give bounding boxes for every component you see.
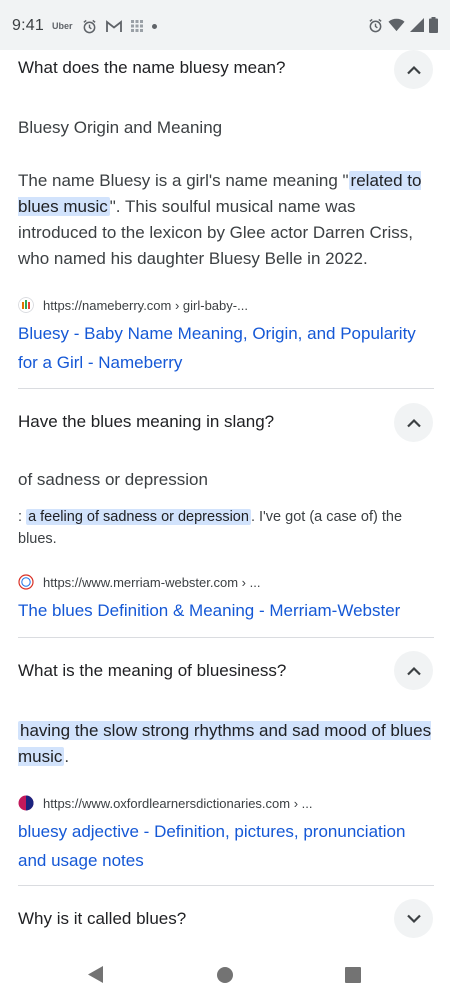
- answer-heading: of sadness or depression: [18, 470, 208, 489]
- status-bar: 9:41 Uber: [0, 0, 450, 50]
- back-icon[interactable]: [87, 965, 104, 984]
- gmail-icon: [105, 19, 122, 32]
- search-results-content: What does the name bluesy mean? Bluesy O…: [0, 50, 450, 950]
- answer-highlight: having the slow strong rhythms and sad m…: [18, 721, 432, 766]
- answer-text: : a feeling of sadness or depression. I'…: [18, 509, 403, 547]
- chevron-up-icon: [406, 666, 421, 675]
- chevron-up-icon: [406, 418, 421, 427]
- collapse-button[interactable]: [394, 651, 433, 690]
- merriam-webster-favicon-icon: [18, 574, 34, 590]
- divider: [18, 637, 434, 638]
- system-icons: [368, 16, 438, 34]
- expand-button[interactable]: [394, 899, 433, 938]
- alarm-icon: [82, 19, 96, 33]
- faq-question[interactable]: What is the meaning of bluesiness?: [18, 661, 286, 681]
- answer-text: The name Bluesy is a girl's name meaning…: [18, 171, 422, 268]
- alarm-icon: [369, 18, 382, 32]
- battery-icon: [429, 17, 438, 33]
- source-row[interactable]: https://nameberry.com › girl-baby-...: [18, 296, 248, 314]
- divider: [18, 388, 434, 389]
- faq-question[interactable]: Why is it called blues?: [18, 909, 186, 929]
- nameberry-favicon-icon: [18, 297, 34, 313]
- grid-icon: [130, 20, 143, 32]
- source-url: https://nameberry.com › girl-baby-...: [43, 297, 248, 313]
- uber-icon: Uber: [52, 21, 73, 31]
- source-row[interactable]: https://www.oxfordlearnersdictionaries.c…: [18, 794, 313, 812]
- chevron-up-icon: [406, 65, 421, 74]
- status-time: 9:41: [12, 17, 44, 34]
- result-link[interactable]: Bluesy - Baby Name Meaning, Origin, and …: [18, 319, 438, 377]
- source-row[interactable]: https://www.merriam-webster.com › ...: [18, 573, 260, 591]
- wifi-icon: [388, 18, 405, 32]
- oxford-favicon-icon: [18, 795, 34, 811]
- source-url: https://www.oxfordlearnersdictionaries.c…: [43, 795, 313, 811]
- notification-icons: Uber: [52, 18, 157, 34]
- dot-icon: [151, 23, 157, 29]
- result-link[interactable]: bluesy adjective - Definition, pictures,…: [18, 817, 438, 875]
- answer-text: having the slow strong rhythms and sad m…: [18, 721, 432, 766]
- faq-question[interactable]: Have the blues meaning in slang?: [18, 412, 274, 432]
- answer-heading: Bluesy Origin and Meaning: [18, 118, 223, 137]
- navigation-bar: [0, 950, 450, 1000]
- chevron-down-icon: [406, 914, 421, 923]
- faq-question[interactable]: What does the name bluesy mean?: [18, 58, 285, 78]
- answer-highlight: a feeling of sadness or depression: [26, 509, 251, 525]
- recents-icon[interactable]: [345, 967, 361, 983]
- home-icon[interactable]: [217, 967, 233, 983]
- divider: [18, 885, 434, 886]
- collapse-button[interactable]: [394, 403, 433, 442]
- result-link[interactable]: The blues Definition & Meaning - Merriam…: [18, 596, 438, 625]
- source-url: https://www.merriam-webster.com › ...: [43, 574, 261, 590]
- collapse-button[interactable]: [394, 50, 433, 89]
- signal-icon: [410, 18, 424, 32]
